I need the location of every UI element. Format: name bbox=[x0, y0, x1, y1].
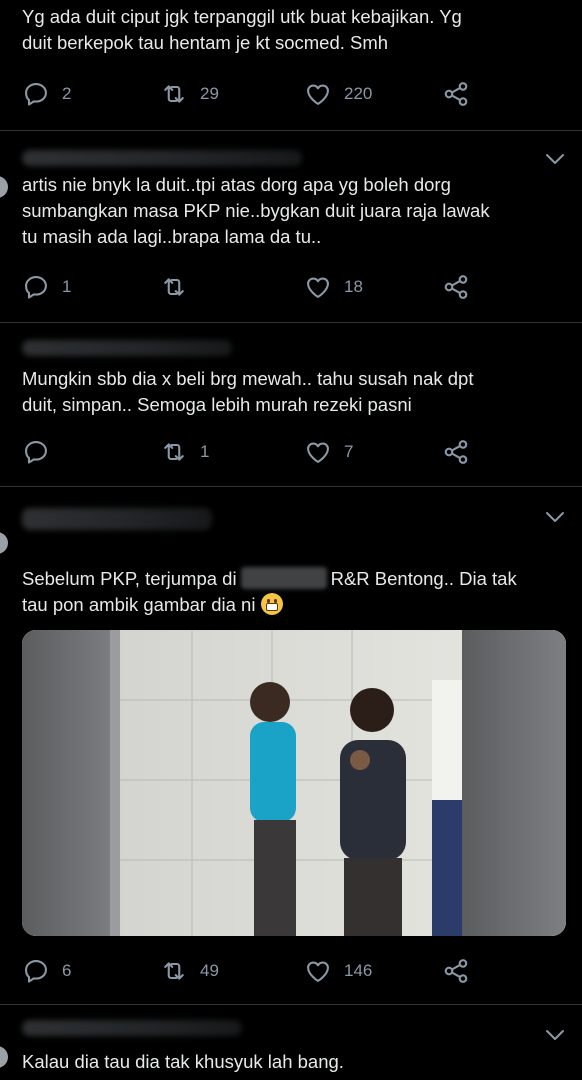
share-button[interactable] bbox=[442, 438, 470, 466]
tweet-text-part: tau pon ambik gambar dia ni bbox=[22, 594, 256, 615]
tweet-author-name[interactable] bbox=[22, 1020, 242, 1036]
retweet-icon bbox=[160, 273, 188, 301]
reply-count: 6 bbox=[62, 961, 72, 980]
grimacing-face-emoji bbox=[261, 593, 284, 615]
reply-icon bbox=[22, 80, 50, 108]
divider bbox=[0, 322, 582, 323]
reply-icon bbox=[22, 273, 50, 301]
divider bbox=[0, 486, 582, 487]
retweet-icon bbox=[160, 438, 188, 466]
like-icon bbox=[304, 438, 332, 466]
share-icon bbox=[442, 80, 470, 108]
like-button[interactable]: 7 bbox=[304, 438, 353, 466]
retweet-button[interactable]: 29 bbox=[160, 80, 219, 108]
share-button[interactable] bbox=[442, 957, 470, 985]
chevron-down-icon[interactable] bbox=[544, 1028, 566, 1042]
tweet-text: Sebelum PKP, terjumpa di R&R Bentong.. Di… bbox=[22, 566, 568, 618]
share-icon bbox=[442, 957, 470, 985]
retweet-icon bbox=[160, 80, 188, 108]
chevron-down-icon[interactable] bbox=[544, 510, 566, 524]
tweet-text: Yg ada duit ciput jgk terpanggil utk bua… bbox=[22, 6, 462, 53]
retweet-button[interactable] bbox=[160, 273, 200, 301]
tweet-author-name[interactable] bbox=[22, 150, 302, 166]
tweet-actions: 1 7 bbox=[22, 438, 562, 466]
reply-button[interactable]: 1 bbox=[22, 273, 71, 301]
like-button[interactable]: 220 bbox=[304, 80, 372, 108]
tweet-text-part: R&R Bentong.. Dia tak bbox=[330, 568, 517, 589]
like-icon bbox=[304, 957, 332, 985]
tweet-actions: 2 29 220 bbox=[22, 80, 562, 108]
retweet-count: 1 bbox=[200, 442, 210, 461]
divider bbox=[0, 130, 582, 131]
reply-icon bbox=[22, 438, 50, 466]
tweet-text: artis nie bnyk la duit..tpi atas dorg ap… bbox=[22, 174, 490, 247]
retweet-button[interactable]: 1 bbox=[160, 438, 209, 466]
reply-button[interactable]: 6 bbox=[22, 957, 71, 985]
tweet-author-name[interactable] bbox=[22, 340, 232, 356]
divider bbox=[0, 1004, 582, 1005]
avatar[interactable] bbox=[0, 1046, 8, 1068]
reply-icon bbox=[22, 957, 50, 985]
redacted-text bbox=[240, 567, 327, 589]
like-icon bbox=[304, 80, 332, 108]
like-count: 7 bbox=[344, 442, 354, 461]
share-icon bbox=[442, 273, 470, 301]
retweet-count: 29 bbox=[200, 84, 219, 103]
tweet-author-name[interactable] bbox=[22, 508, 212, 530]
tweet-actions: 6 49 146 bbox=[22, 957, 562, 985]
like-button[interactable]: 18 bbox=[304, 273, 363, 301]
tweet-text: Kalau dia tau dia tak khusyuk lah bang. bbox=[22, 1051, 344, 1072]
share-button[interactable] bbox=[442, 273, 470, 301]
restroom-photo bbox=[22, 630, 566, 936]
retweet-button[interactable]: 49 bbox=[160, 957, 219, 985]
tweet-text-part: Sebelum PKP, terjumpa di bbox=[22, 568, 237, 589]
tweet-text: Mungkin sbb dia x beli brg mewah.. tahu … bbox=[22, 368, 474, 415]
chevron-down-icon[interactable] bbox=[544, 152, 566, 166]
like-icon bbox=[304, 273, 332, 301]
avatar[interactable] bbox=[0, 176, 8, 198]
reply-button[interactable] bbox=[22, 438, 62, 466]
like-count: 146 bbox=[344, 961, 373, 980]
tweet-image[interactable] bbox=[22, 630, 566, 936]
avatar[interactable] bbox=[0, 532, 8, 554]
like-count: 18 bbox=[344, 277, 363, 296]
share-icon bbox=[442, 438, 470, 466]
reply-count: 1 bbox=[62, 277, 72, 296]
tweet-actions: 1 18 bbox=[22, 273, 562, 301]
retweet-count: 49 bbox=[200, 961, 219, 980]
reply-count: 2 bbox=[62, 84, 72, 103]
retweet-icon bbox=[160, 957, 188, 985]
like-button[interactable]: 146 bbox=[304, 957, 372, 985]
like-count: 220 bbox=[344, 84, 373, 103]
reply-button[interactable]: 2 bbox=[22, 80, 71, 108]
share-button[interactable] bbox=[442, 80, 470, 108]
